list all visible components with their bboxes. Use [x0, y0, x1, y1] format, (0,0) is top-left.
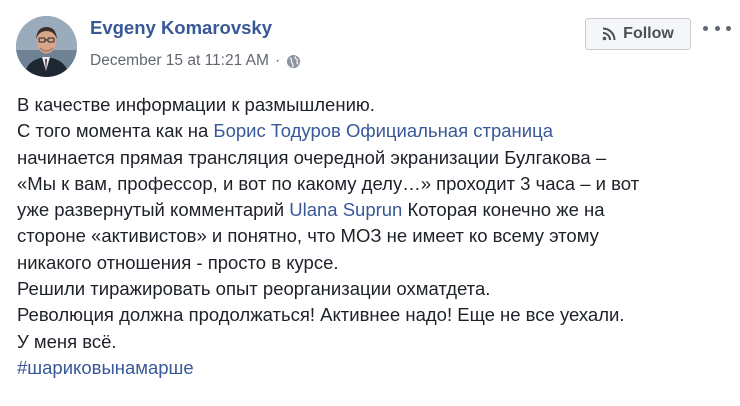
- follow-label: Follow: [623, 25, 674, 42]
- more-options-icon[interactable]: [703, 16, 731, 40]
- post-line: никакого отношения - просто в курсе.: [17, 251, 339, 273]
- profile-link-suprun[interactable]: Ulana Suprun: [289, 199, 402, 220]
- post-line: уже развернутый комментарий Ulana Suprun…: [17, 199, 605, 221]
- follow-button[interactable]: Follow: [585, 18, 691, 50]
- post-line: У меня всё.: [17, 330, 117, 352]
- post-line: С того момента как на Борис Тодуров Офиц…: [17, 120, 553, 142]
- post-line: начинается прямая трансляция очередной э…: [17, 146, 607, 168]
- post-line: Революция должна продолжаться! Активнее …: [17, 304, 625, 326]
- avatar[interactable]: [16, 16, 77, 77]
- post-line: Решили тиражировать опыт реорганизации о…: [17, 278, 491, 300]
- post-body: В качестве информации к размышлению. С т…: [17, 92, 732, 381]
- facebook-post: Evgeny Komarovsky December 15 at 11:21 A…: [0, 0, 740, 406]
- globe-icon: [287, 54, 301, 68]
- post-line: «Мы к вам, профессор, и вот по какому де…: [17, 172, 640, 194]
- page-link-todurov[interactable]: Борис Тодуров Официальная страница: [213, 120, 553, 141]
- profile-photo: [16, 16, 77, 77]
- meta-separator: ·: [274, 52, 281, 69]
- hashtag-link[interactable]: #шариковынамарше: [17, 357, 194, 378]
- post-line: стороне «активистов» и понятно, что МОЗ …: [17, 225, 599, 247]
- post-timestamp[interactable]: December 15 at 11:21 AM: [90, 52, 269, 70]
- post-meta: December 15 at 11:21 AM ·: [90, 52, 301, 70]
- author-name[interactable]: Evgeny Komarovsky: [90, 17, 272, 39]
- rss-icon: [602, 27, 616, 41]
- post-line: #шариковынамарше: [17, 355, 732, 381]
- post-line: В качестве информации к размышлению.: [17, 94, 375, 115]
